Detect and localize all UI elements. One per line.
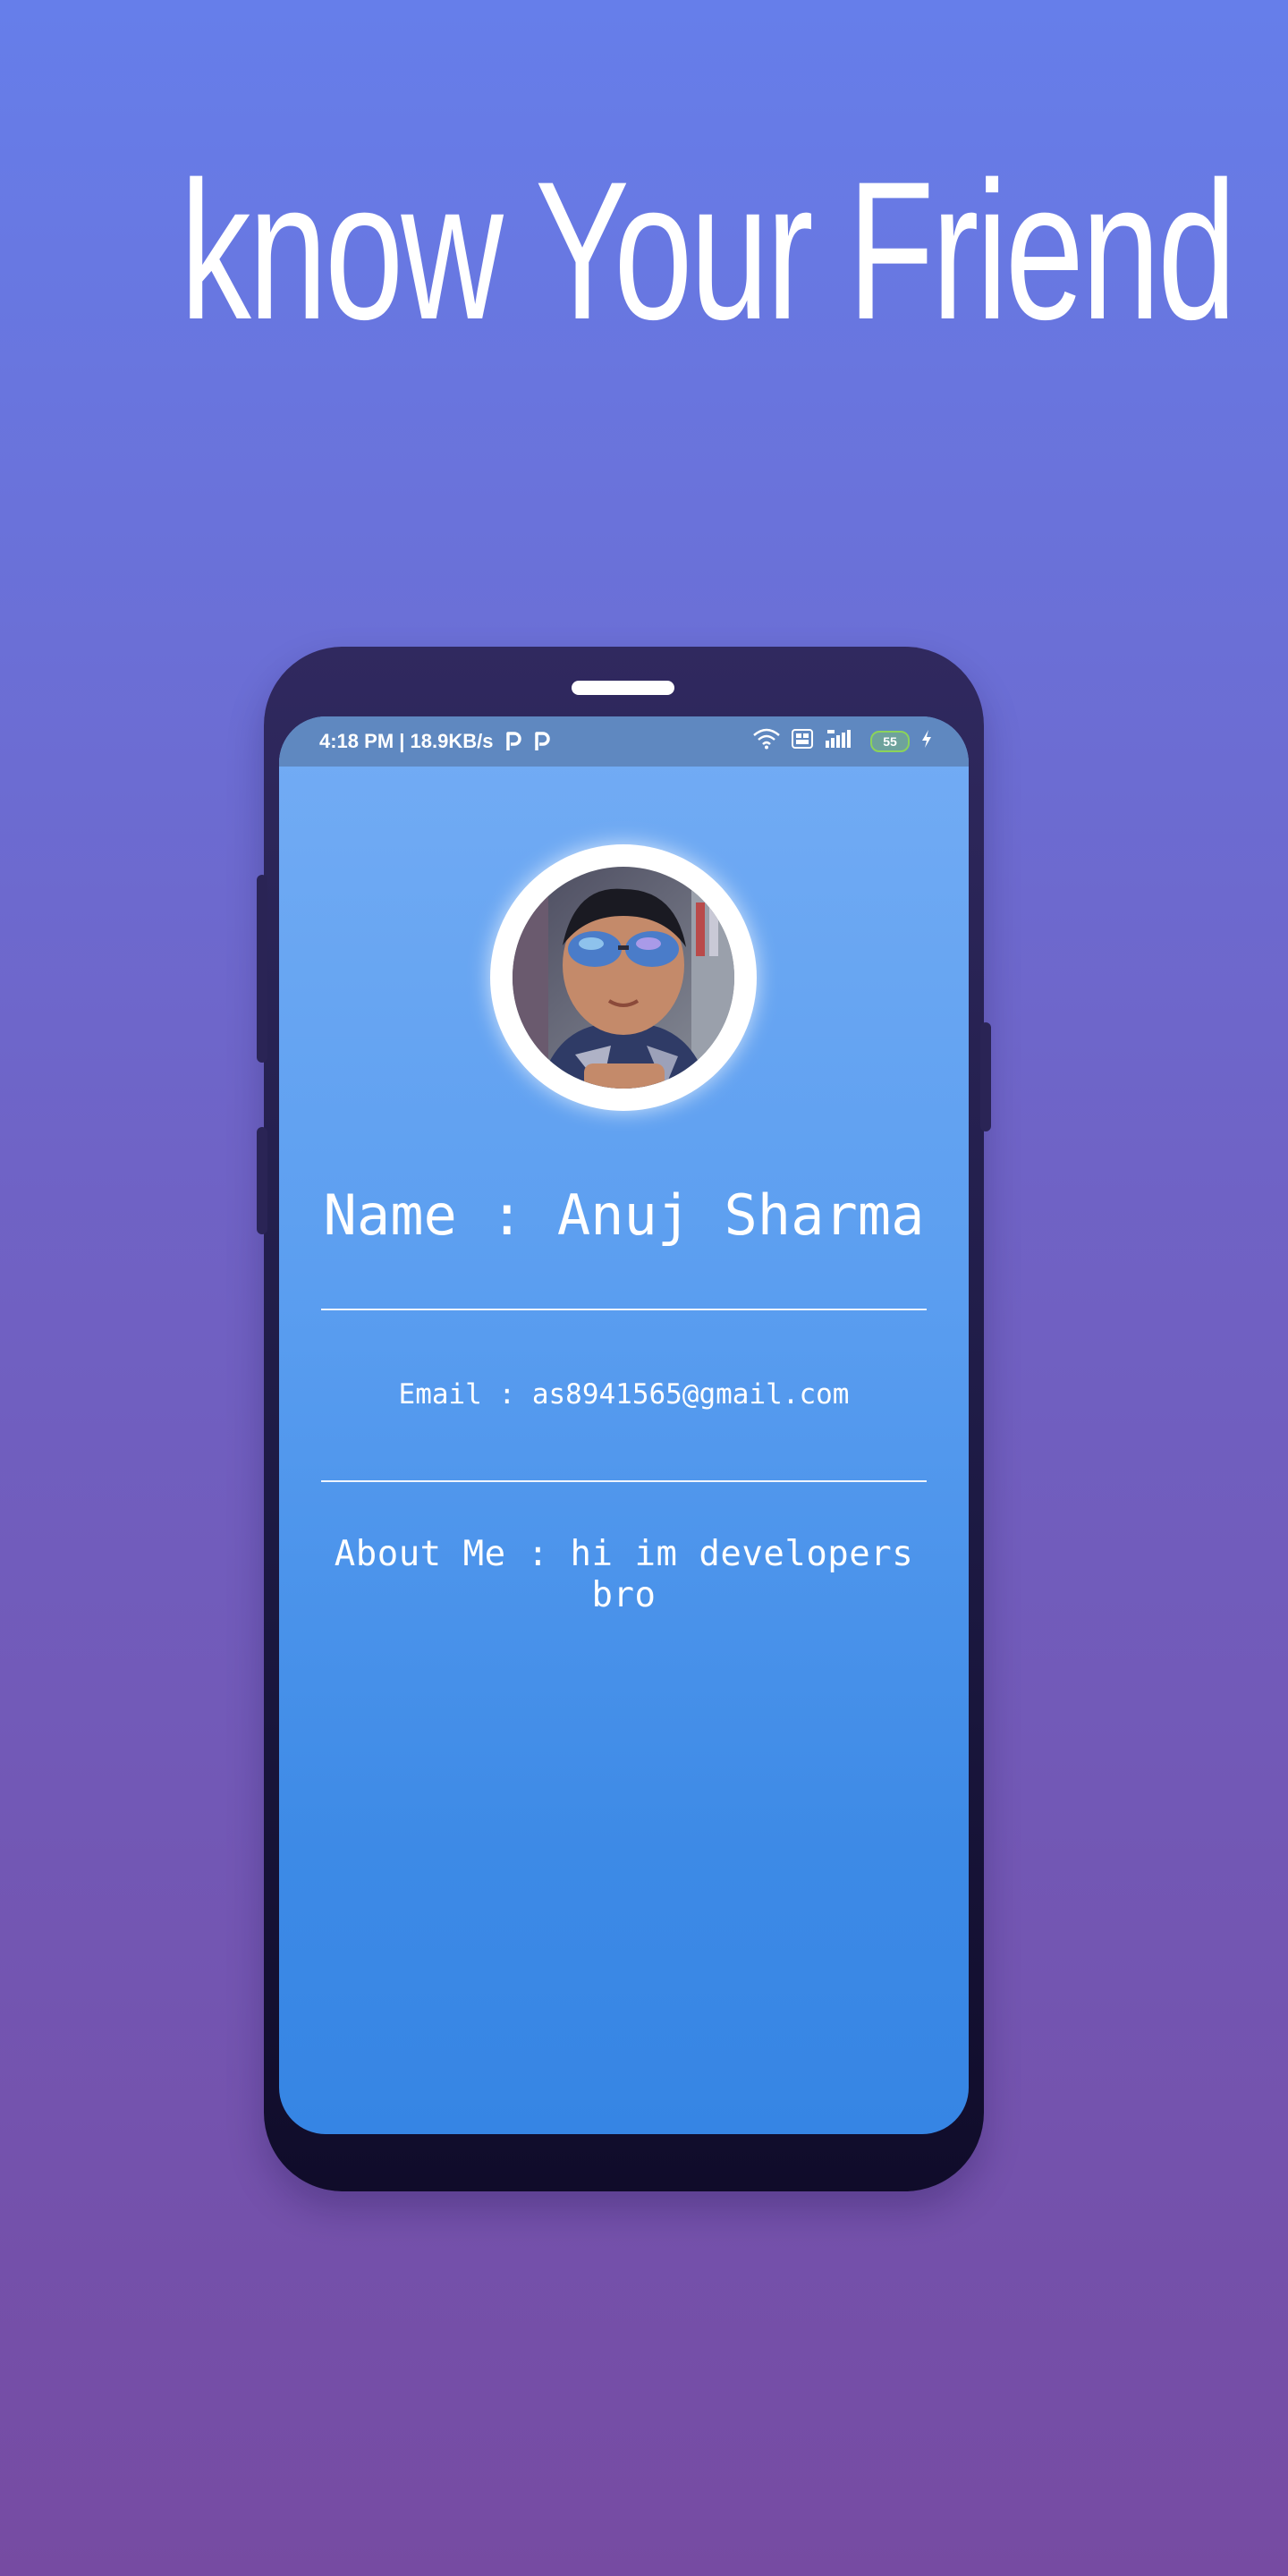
status-left: 4:18 PM | 18.9KB/s <box>319 716 551 767</box>
avatar-frame <box>490 844 757 1111</box>
profile-about: About Me : hi im developers bro <box>334 1534 914 1615</box>
profile-name: Name : Anuj Sharma <box>323 1182 925 1248</box>
divider <box>321 1480 927 1482</box>
wifi-icon <box>752 728 781 755</box>
headline-title: know Your Friend <box>180 140 1237 360</box>
battery-icon: 55 <box>870 731 910 752</box>
volume-down-button <box>257 1127 267 1234</box>
power-button <box>980 1022 991 1131</box>
profile-email: Email : as8941565@gmail.com <box>398 1378 850 1411</box>
status-right: 55 <box>752 716 933 767</box>
charging-icon <box>920 729 933 754</box>
volte-icon <box>792 729 813 754</box>
divider <box>321 1309 927 1310</box>
p-icon <box>534 732 551 751</box>
status-bar: 4:18 PM | 18.9KB/s 55 <box>279 716 969 767</box>
phone-mockup: 4:18 PM | 18.9KB/s 55 Name: Anuj Sharma… <box>257 647 991 2191</box>
volume-up-button <box>257 875 267 1063</box>
phone-screen: 4:18 PM | 18.9KB/s 55 Name: Anuj Sharma… <box>279 716 969 2134</box>
signal-4g-icon <box>824 728 860 755</box>
avatar[interactable] <box>513 867 734 1089</box>
earpiece-speaker <box>572 681 674 695</box>
p-icon <box>505 732 522 751</box>
status-time-speed: 4:18 PM | 18.9KB/s <box>319 730 494 752</box>
